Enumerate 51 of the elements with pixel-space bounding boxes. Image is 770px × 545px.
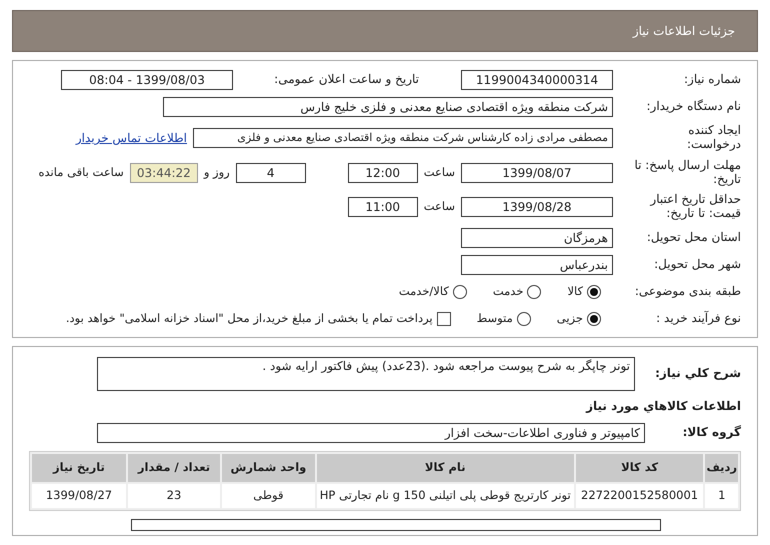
time-label: ساعت (424, 164, 455, 182)
contact-link[interactable]: اطلاعات تماس خریدار (76, 129, 187, 147)
field-label: گروه کالا: (682, 426, 741, 440)
input-field[interactable]: 1399/08/03 - 08:04 (61, 70, 233, 90)
page-title: جزئیات اطلاعات نیاز (632, 23, 735, 40)
field-label: استان محل تحویل: (646, 230, 741, 244)
days-label: روز و (204, 164, 230, 182)
field-label: شماره نیاز: (683, 72, 741, 86)
input-field[interactable]: 11:00 (348, 197, 418, 217)
time-label: ساعت (424, 198, 455, 216)
table-cell: 1399/08/27 (32, 484, 126, 508)
input-field[interactable]: مصطفی مرادی زاده کارشناس شرکت منطقه ویژه اقتصادی صنایع معدنی و فلزی (193, 128, 613, 148)
field-label: ایجاد کننده درخواست: (686, 124, 741, 152)
field-label: مهلت ارسال پاسخ: تا تاریخ: (633, 159, 741, 187)
remaining-label: ساعت باقی مانده (38, 164, 124, 182)
column-header: کد کالا (576, 454, 704, 482)
input-field[interactable]: 1399/08/28 (461, 197, 613, 217)
field-label: حداقل تاریخ اعتبار قیمت: تا تاریخ: (648, 193, 741, 221)
field-label: نام دستگاه خریدار: (646, 100, 741, 114)
column-header: نام کالا (316, 454, 574, 482)
input-field[interactable]: کامپیوتر و فناوری اطلاعات-سخت افزار (97, 422, 645, 442)
input-field[interactable]: شرکت منطقه ویژه اقتصادی صنایع معدنی و فلزی خلیج فارس (163, 96, 613, 116)
field-label: نوع فرآیند خرید : (655, 312, 741, 326)
input-field[interactable]: تونر چاپگر به شرح پیوست مراجعه شود .(23عدد) پیش فاکتور ارایه شود . (97, 357, 635, 391)
field-label: شرح کلي نياز: (654, 367, 741, 381)
option-label: کالا (567, 282, 583, 300)
column-header: ردیف (705, 454, 738, 482)
option-label: جزیی (556, 310, 583, 327)
field-label: طبقه بندی موضوعی: (634, 284, 741, 298)
field-label: تاریخ و ساعت اعلان عمومی: (273, 72, 419, 86)
option-label: کالا/خدمت (398, 282, 449, 300)
input-field[interactable]: بندرعباس (461, 254, 613, 274)
option-label: خدمت (492, 282, 524, 300)
table-cell: تونر کارتریج قوطی پلی اتیلنی 150 g نام تجارتی HP (316, 484, 574, 508)
table-cell: 1 (705, 484, 738, 508)
column-header: تعداد / مقدار (128, 454, 220, 482)
table-cell: 23 (128, 484, 220, 508)
option-label: متوسط (476, 310, 513, 327)
input-field[interactable]: 4 (236, 163, 306, 183)
table-cell: قوطی (222, 484, 315, 508)
column-header: تاریخ نیاز (32, 454, 126, 482)
remaining-time-field[interactable]: 03:44:22 (130, 163, 198, 183)
column-header: واحد شمارش (222, 454, 315, 482)
input-field[interactable]: 1399/08/07 (461, 163, 613, 183)
checkbox-label: پرداخت تمام یا بخشی از مبلغ خرید،از محل "اسناد خزانه اسلامی" خواهد بود. (66, 310, 433, 327)
section-title: اطلاعات کالاهاي مورد نياز (586, 398, 741, 414)
field-label: شهر محل تحویل: (653, 258, 741, 272)
table-cell: 2272200152580001 (576, 484, 704, 508)
input-field[interactable]: 12:00 (348, 163, 418, 183)
input-field[interactable]: هرمزگان (461, 228, 613, 248)
input-field[interactable]: 1199004340000314 (461, 70, 613, 90)
